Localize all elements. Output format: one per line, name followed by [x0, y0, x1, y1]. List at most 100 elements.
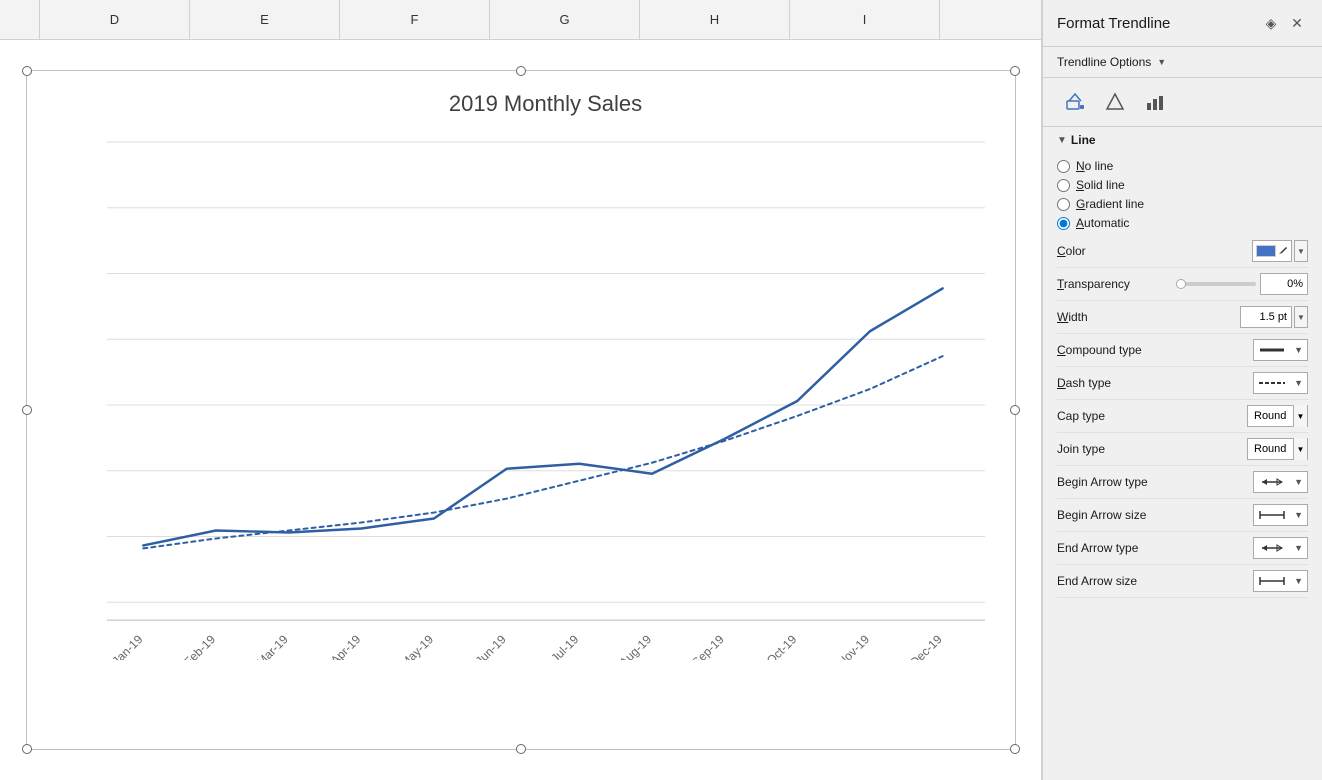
- cap-type-label: Cap type: [1057, 409, 1247, 423]
- pin-icon: ◈: [1266, 15, 1277, 32]
- svg-text:Jun-19: Jun-19: [472, 632, 508, 660]
- end-arrow-type-icon: [1258, 541, 1286, 555]
- col-header-h: H: [640, 0, 790, 39]
- handle-mid-left[interactable]: [22, 405, 32, 415]
- spreadsheet-area: D E F G H I 2019 Monthly Sales: [0, 0, 1042, 780]
- end-arrow-size-row: End Arrow size ▼: [1057, 565, 1308, 598]
- cap-type-arrow[interactable]: ▼: [1293, 405, 1307, 427]
- handle-top-right[interactable]: [1010, 66, 1020, 76]
- trendline-options-row[interactable]: Trendline Options ▼: [1043, 47, 1322, 78]
- radio-no-line-input[interactable]: [1057, 160, 1070, 173]
- fill-line-icon: [1064, 91, 1086, 113]
- transparency-thumb[interactable]: [1176, 279, 1186, 289]
- dash-type-icon: [1258, 376, 1286, 390]
- handle-bot-left[interactable]: [22, 744, 32, 754]
- chart-area: $160.00 $140.00 $120.00 $100.00 $80.00 $…: [107, 132, 985, 660]
- col-header-g: G: [490, 0, 640, 39]
- transparency-row: Transparency: [1057, 268, 1308, 301]
- svg-text:Aug-19: Aug-19: [616, 632, 654, 660]
- end-arrow-type-label: End Arrow type: [1057, 541, 1253, 555]
- color-control: ▼: [1252, 240, 1308, 262]
- pencil-icon: [1278, 246, 1288, 256]
- radio-automatic-label: Automatic: [1076, 216, 1129, 230]
- radio-no-line-label: No line: [1076, 159, 1113, 173]
- close-button[interactable]: ✕: [1286, 12, 1308, 34]
- transparency-control: [1176, 273, 1308, 295]
- trendline-options-chevron: ▼: [1157, 57, 1166, 67]
- color-swatch: [1256, 245, 1276, 257]
- svg-text:Jul-19: Jul-19: [548, 632, 581, 660]
- color-button[interactable]: [1252, 240, 1292, 262]
- radio-gradient-line-label: Gradient line: [1076, 197, 1144, 211]
- begin-arrow-type-row: Begin Arrow type ▼: [1057, 466, 1308, 499]
- svg-text:Dec-19: Dec-19: [907, 632, 945, 660]
- begin-arrow-size-icon: [1258, 508, 1286, 522]
- svg-text:Jan-19: Jan-19: [109, 632, 145, 660]
- compound-type-label: Compound type: [1057, 343, 1253, 357]
- begin-arrow-size-label: Begin Arrow size: [1057, 508, 1253, 522]
- compound-type-icon: [1258, 343, 1286, 357]
- width-row: Width ▼: [1057, 301, 1308, 334]
- color-row: Color ▼: [1057, 235, 1308, 268]
- cap-type-dropdown[interactable]: Round ▼: [1247, 405, 1308, 427]
- end-arrow-size-icon: [1258, 574, 1286, 588]
- tab-fill-line[interactable]: [1057, 86, 1093, 118]
- chart-container: 2019 Monthly Sales $160.00 $14: [0, 40, 1041, 780]
- transparency-input[interactable]: [1260, 273, 1308, 295]
- chart-svg: $160.00 $140.00 $120.00 $100.00 $80.00 $…: [107, 132, 985, 660]
- handle-bot-center[interactable]: [516, 744, 526, 754]
- pin-button[interactable]: ◈: [1260, 12, 1282, 34]
- svg-text:Feb-19: Feb-19: [181, 632, 218, 660]
- color-dropdown-arrow[interactable]: ▼: [1294, 240, 1308, 262]
- begin-arrow-size-row: Begin Arrow size ▼: [1057, 499, 1308, 532]
- col-header-f: F: [340, 0, 490, 39]
- begin-arrow-type-dropdown[interactable]: ▼: [1253, 471, 1308, 493]
- shape-icon: [1104, 91, 1126, 113]
- tab-chart[interactable]: [1137, 86, 1173, 118]
- col-header-e: E: [190, 0, 340, 39]
- panel-tabs: [1043, 78, 1322, 127]
- transparency-label: Transparency: [1057, 277, 1176, 291]
- compound-type-row: Compound type ▼: [1057, 334, 1308, 367]
- row-num-header: [0, 0, 40, 39]
- panel-scrollbar[interactable]: [1310, 604, 1322, 780]
- svg-text:Oct-19: Oct-19: [763, 632, 799, 660]
- svg-text:May-19: May-19: [397, 632, 436, 660]
- tab-shape[interactable]: [1097, 86, 1133, 118]
- begin-arrow-size-dropdown[interactable]: ▼: [1253, 504, 1308, 526]
- chart-title: 2019 Monthly Sales: [107, 91, 985, 117]
- handle-bot-right[interactable]: [1010, 744, 1020, 754]
- handle-top-center[interactable]: [516, 66, 526, 76]
- radio-no-line: No line: [1057, 159, 1308, 173]
- end-arrow-size-label: End Arrow size: [1057, 574, 1253, 588]
- dash-type-dropdown[interactable]: ▼: [1253, 372, 1308, 394]
- line-section-content: No line Solid line Gradient line Automat…: [1043, 153, 1322, 604]
- radio-automatic-input[interactable]: [1057, 217, 1070, 230]
- join-type-arrow[interactable]: ▼: [1293, 438, 1307, 460]
- panel-header: Format Trendline ◈ ✕: [1043, 0, 1322, 47]
- radio-gradient-line-input[interactable]: [1057, 198, 1070, 211]
- line-section-header[interactable]: ▼ Line: [1043, 127, 1322, 153]
- compound-type-dropdown[interactable]: ▼: [1253, 339, 1308, 361]
- line-section-triangle: ▼: [1057, 135, 1067, 146]
- radio-solid-line-input[interactable]: [1057, 179, 1070, 192]
- join-type-label: Join type: [1057, 442, 1247, 456]
- end-arrow-type-dropdown[interactable]: ▼: [1253, 537, 1308, 559]
- width-dropdown-arrow[interactable]: ▼: [1294, 306, 1308, 328]
- radio-automatic: Automatic: [1057, 216, 1308, 230]
- transparency-slider[interactable]: [1176, 282, 1256, 286]
- begin-arrow-type-icon: [1258, 475, 1286, 489]
- width-label: Width: [1057, 310, 1240, 324]
- svg-text:Nov-19: Nov-19: [834, 632, 872, 660]
- svg-text:Apr-19: Apr-19: [327, 632, 363, 660]
- dash-type-label: Dash type: [1057, 376, 1253, 390]
- chart-wrapper[interactable]: 2019 Monthly Sales $160.00 $14: [26, 70, 1016, 750]
- svg-text:Sep-19: Sep-19: [689, 632, 727, 660]
- handle-mid-right[interactable]: [1010, 405, 1020, 415]
- handle-top-left[interactable]: [22, 66, 32, 76]
- join-type-dropdown[interactable]: Round ▼: [1247, 438, 1308, 460]
- radio-solid-line: Solid line: [1057, 178, 1308, 192]
- width-input[interactable]: [1240, 306, 1292, 328]
- end-arrow-size-dropdown[interactable]: ▼: [1253, 570, 1308, 592]
- chart-icon: [1144, 91, 1166, 113]
